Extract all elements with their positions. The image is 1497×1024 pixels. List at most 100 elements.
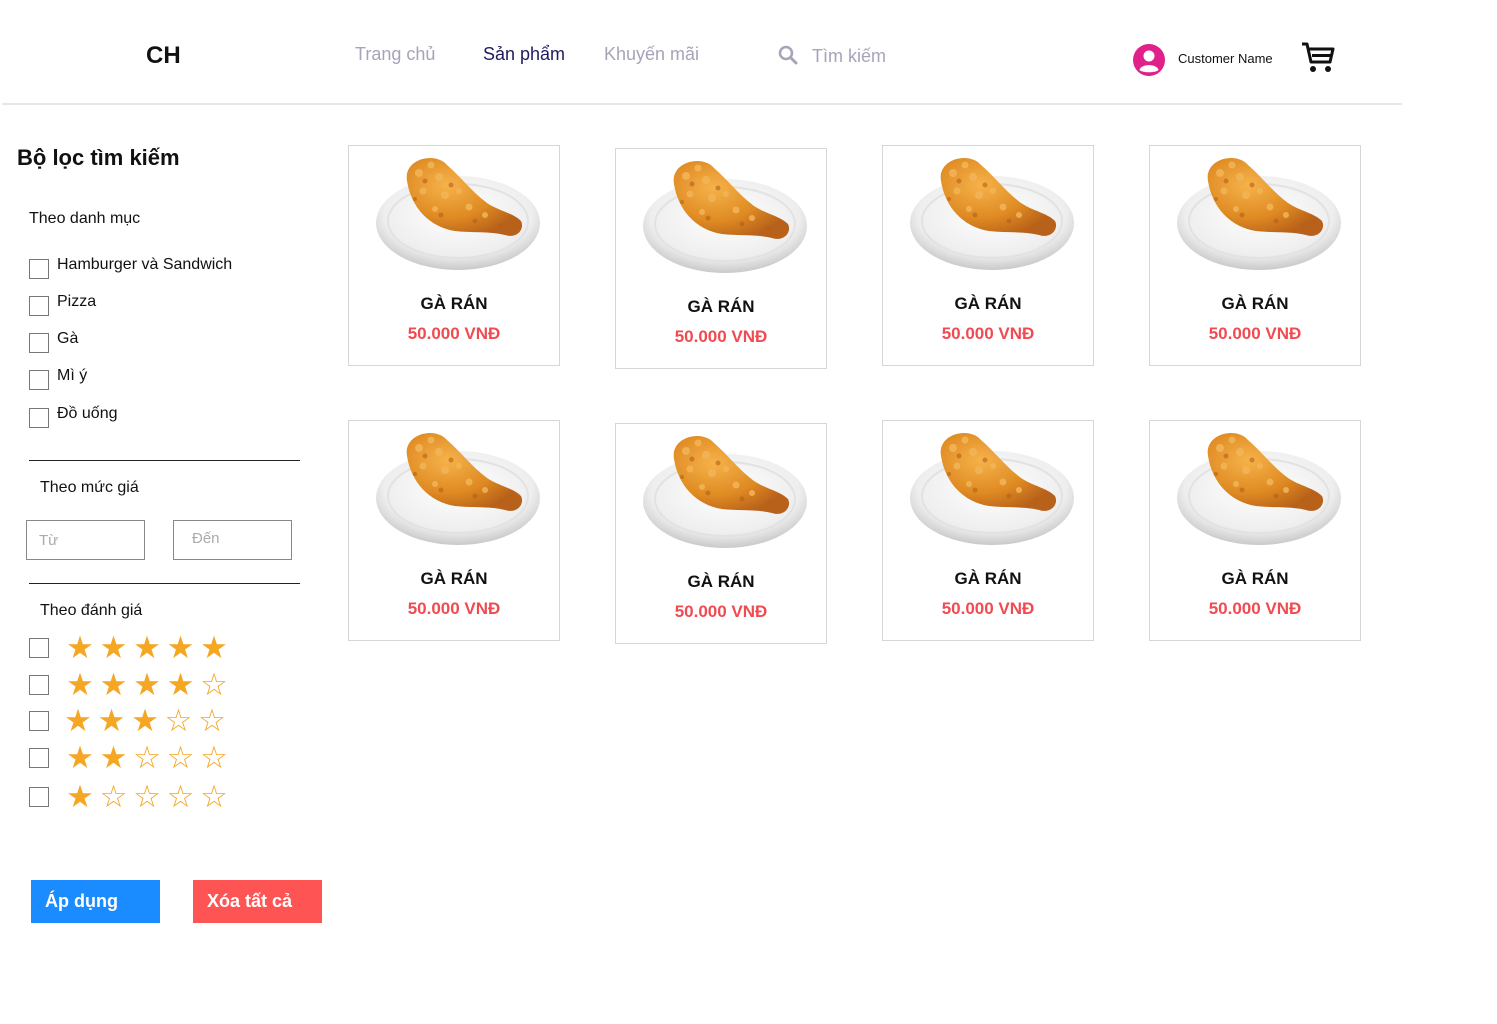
star-filled-icon: ★	[166, 630, 195, 666]
cart-icon[interactable]	[1300, 40, 1336, 74]
star-empty-icon: ☆	[166, 779, 195, 815]
fried-chicken-image	[910, 158, 1074, 270]
checkbox[interactable]	[29, 333, 49, 353]
nav-products[interactable]: Sản phẩm	[483, 44, 565, 65]
product-price: 50.000 VNĐ	[941, 324, 1035, 343]
product-price: 50.000 VNĐ	[674, 327, 768, 346]
price-from-input[interactable]	[26, 520, 145, 560]
star-empty-icon: ☆	[200, 779, 228, 815]
star-empty-icon: ☆	[99, 779, 128, 815]
category-filter-drinks[interactable]: Đồ uống	[29, 405, 118, 429]
divider	[29, 583, 300, 584]
user-name[interactable]: Customer Name	[1178, 51, 1273, 66]
star-filled-icon: ★	[133, 630, 161, 666]
checkbox[interactable]	[29, 711, 49, 731]
product-price: 50.000 VNĐ	[1208, 324, 1302, 343]
product-card[interactable]: GÀ RÁN 50.000 VNĐ	[882, 420, 1094, 641]
price-section-label: Theo mức giá	[40, 479, 139, 496]
rating-filter-5-star[interactable]: ★ ★ ★ ★ ★	[29, 630, 233, 666]
star-empty-icon: ☆	[200, 667, 228, 703]
product-card[interactable]: GÀ RÁN 50.000 VNĐ	[1149, 145, 1361, 366]
product-name[interactable]: GÀ RÁN	[883, 294, 1093, 314]
star-empty-icon: ☆	[133, 740, 161, 776]
product-name[interactable]: GÀ RÁN	[616, 297, 826, 317]
star-filled-icon: ★	[66, 667, 94, 703]
star-filled-icon: ★	[166, 667, 195, 703]
checkbox[interactable]	[29, 787, 49, 807]
product-card[interactable]: GÀ RÁN 50.000 VNĐ	[615, 423, 827, 644]
product-price: 50.000 VNĐ	[941, 599, 1035, 618]
product-name[interactable]: GÀ RÁN	[616, 572, 826, 592]
filter-title: Bộ lọc tìm kiếm	[17, 145, 180, 170]
checkbox[interactable]	[29, 748, 49, 768]
star-filled-icon: ★	[131, 703, 159, 739]
product-name[interactable]: GÀ RÁN	[1150, 569, 1360, 589]
rating-filter-1-star[interactable]: ★ ☆ ☆ ☆ ☆	[29, 779, 233, 815]
rating-filter-2-star[interactable]: ★ ★ ☆ ☆ ☆	[29, 740, 233, 776]
category-label: Gà	[57, 330, 79, 347]
rating-section-label: Theo đánh giá	[40, 602, 143, 619]
category-filter-chicken[interactable]: Gà	[29, 330, 79, 354]
star-empty-icon: ☆	[198, 703, 226, 739]
product-price: 50.000 VNĐ	[1208, 599, 1302, 618]
product-name[interactable]: GÀ RÁN	[349, 294, 559, 314]
rating-filter-3-star[interactable]: ★ ★ ★ ☆ ☆	[29, 703, 231, 739]
product-name[interactable]: GÀ RÁN	[1150, 294, 1360, 314]
checkbox[interactable]	[29, 370, 49, 390]
rating-stars: ★ ☆ ☆ ☆ ☆	[65, 779, 233, 815]
category-label: Pizza	[57, 293, 97, 310]
apply-button[interactable]: Áp dụng	[31, 880, 160, 923]
product-card[interactable]: GÀ RÁN 50.000 VNĐ	[348, 145, 560, 366]
logo[interactable]: CH	[146, 42, 181, 70]
rating-filter-4-star[interactable]: ★ ★ ★ ★ ☆	[29, 667, 233, 703]
product-card[interactable]: GÀ RÁN 50.000 VNĐ	[615, 148, 827, 369]
header-divider	[2, 103, 1402, 105]
nav-promotions[interactable]: Khuyến mãi	[604, 44, 699, 65]
star-filled-icon: ★	[133, 667, 161, 703]
rating-stars: ★ ★ ★ ★ ☆	[65, 667, 233, 703]
product-name[interactable]: GÀ RÁN	[883, 569, 1093, 589]
rating-stars: ★ ★ ★ ★ ★	[65, 630, 233, 666]
clear-all-button[interactable]: Xóa tất cả	[193, 880, 322, 923]
fried-chicken-image	[376, 158, 540, 270]
product-card[interactable]: GÀ RÁN 50.000 VNĐ	[348, 420, 560, 641]
fried-chicken-image	[1177, 433, 1341, 545]
star-empty-icon: ☆	[133, 779, 161, 815]
category-label: Hamburger và Sandwich	[57, 256, 233, 273]
rating-stars: ★ ★ ★ ☆ ☆	[63, 703, 231, 739]
product-price: 50.000 VNĐ	[407, 599, 501, 618]
user-avatar-icon[interactable]	[1133, 44, 1165, 76]
category-filter-pasta[interactable]: Mì ý	[29, 367, 88, 391]
product-card[interactable]: GÀ RÁN 50.000 VNĐ	[882, 145, 1094, 366]
fried-chicken-image	[643, 436, 807, 548]
star-filled-icon: ★	[64, 703, 92, 739]
product-price: 50.000 VNĐ	[407, 324, 501, 343]
checkbox[interactable]	[29, 638, 49, 658]
star-empty-icon: ☆	[166, 740, 195, 776]
checkbox[interactable]	[29, 408, 49, 428]
star-empty-icon: ☆	[164, 703, 193, 739]
checkbox[interactable]	[29, 296, 49, 316]
product-price: 50.000 VNĐ	[674, 602, 768, 621]
star-filled-icon: ★	[200, 630, 228, 666]
star-empty-icon: ☆	[200, 740, 228, 776]
search-icon[interactable]	[778, 45, 798, 65]
checkbox[interactable]	[29, 675, 49, 695]
product-name[interactable]: GÀ RÁN	[349, 569, 559, 589]
price-to-input[interactable]	[173, 520, 292, 560]
nav-home[interactable]: Trang chủ	[355, 44, 435, 65]
star-filled-icon: ★	[66, 779, 94, 815]
divider	[29, 460, 300, 461]
star-filled-icon: ★	[99, 740, 128, 776]
star-filled-icon: ★	[99, 667, 128, 703]
fried-chicken-image	[910, 433, 1074, 545]
category-label: Mì ý	[57, 367, 88, 384]
product-card[interactable]: GÀ RÁN 50.000 VNĐ	[1149, 420, 1361, 641]
fried-chicken-image	[1177, 158, 1341, 270]
category-label: Đồ uống	[57, 405, 118, 422]
category-filter-pizza[interactable]: Pizza	[29, 293, 97, 317]
checkbox[interactable]	[29, 259, 49, 279]
search-input[interactable]	[812, 40, 1012, 72]
category-filter-hamburger[interactable]: Hamburger và Sandwich	[29, 256, 233, 280]
category-section-label: Theo danh mục	[29, 210, 141, 227]
